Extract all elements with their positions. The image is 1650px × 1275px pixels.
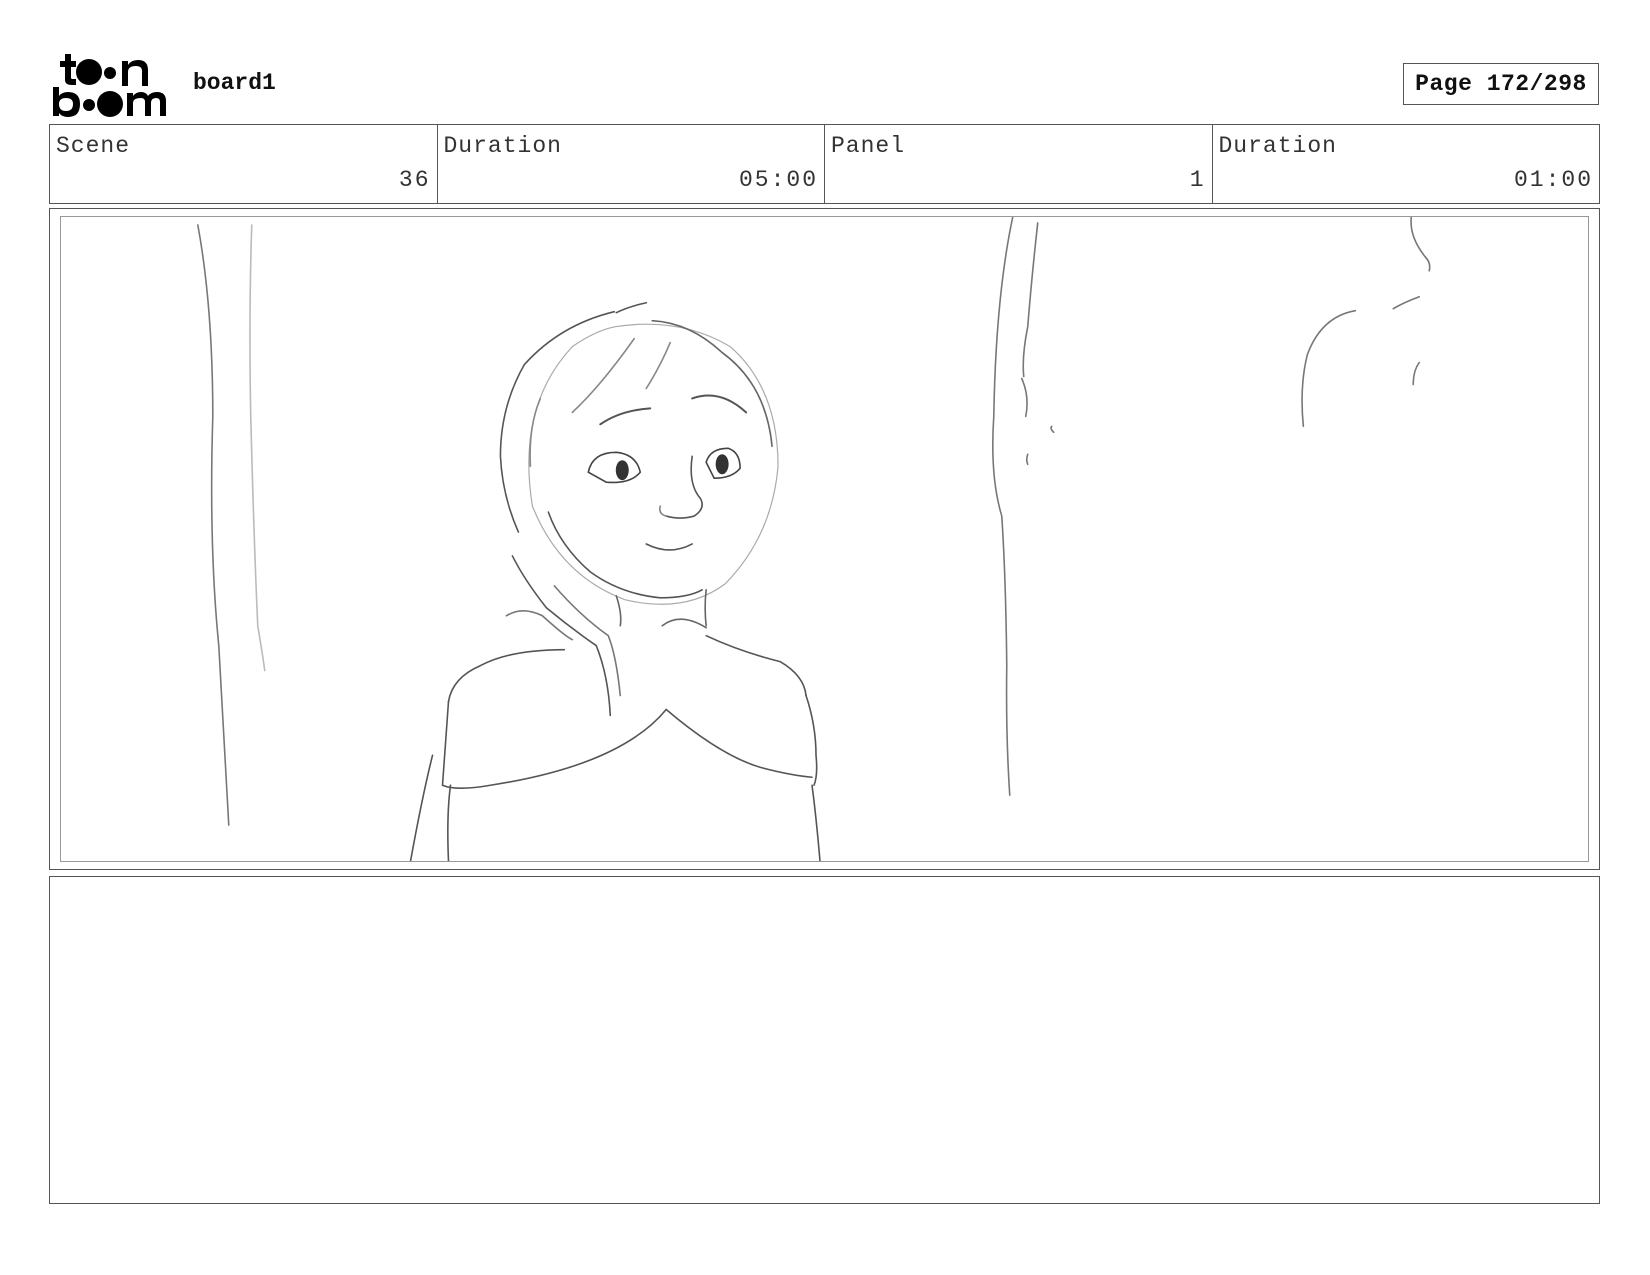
panel-duration-label: Duration [1218, 133, 1337, 159]
page-label: Page [1415, 71, 1473, 97]
info-table: Scene 36 Duration 05:00 Panel 1 Duration… [49, 124, 1600, 204]
scene-duration-label: Duration [443, 133, 562, 159]
page-current: 172 [1486, 71, 1530, 97]
project-title: board1 [193, 70, 276, 96]
scene-duration-value: 05:00 [738, 167, 818, 193]
scene-duration-cell: Duration 05:00 [438, 125, 825, 203]
panel-cell: Panel 1 [825, 125, 1213, 203]
panel-sketch [197, 217, 1431, 861]
panel-duration-value: 01:00 [1513, 167, 1593, 193]
panel-label: Panel [831, 133, 906, 159]
panel-value: 1 [1189, 167, 1206, 193]
toon-boom-logo-icon [53, 54, 166, 117]
page-separator: / [1529, 71, 1544, 97]
page-space [1472, 71, 1486, 97]
panel-duration-cell: Duration 01:00 [1213, 125, 1600, 203]
storyboard-panel [49, 208, 1600, 870]
scene-value: 36 [398, 167, 431, 193]
page-total: 298 [1543, 71, 1587, 97]
scene-cell: Scene 36 [50, 125, 438, 203]
toon-boom-logo [52, 50, 172, 120]
page-indicator: Page 172/298 [1403, 63, 1599, 105]
scene-label: Scene [56, 133, 131, 159]
panel-safe-area [60, 216, 1589, 862]
panel-notes-box[interactable] [49, 876, 1600, 1204]
